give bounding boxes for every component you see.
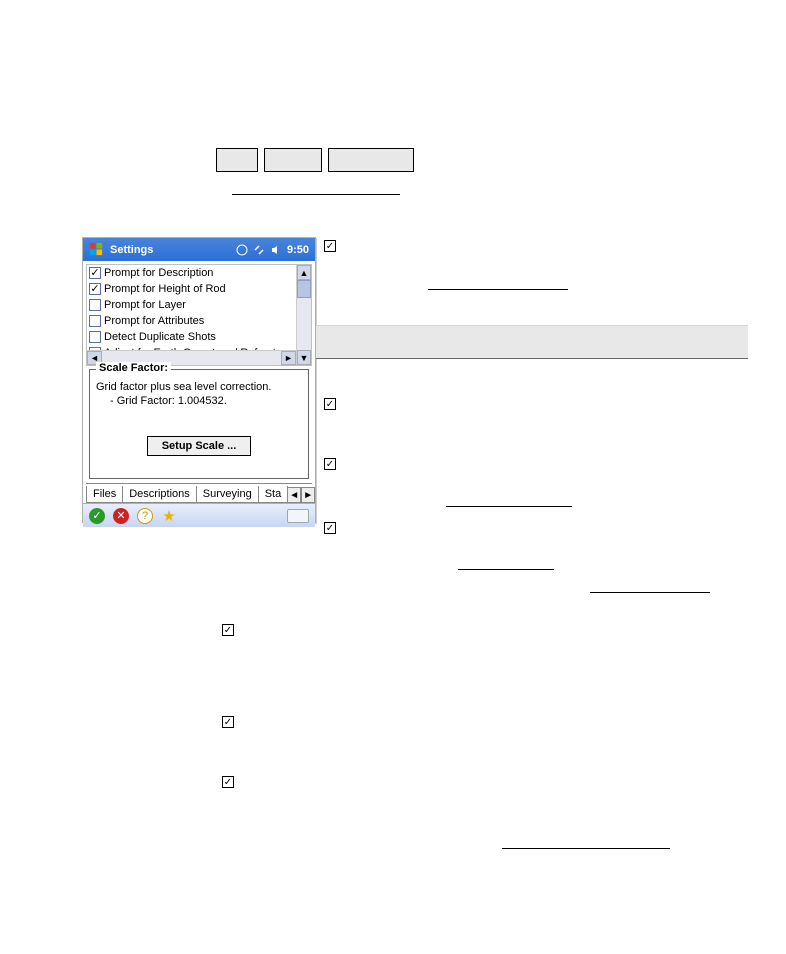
window-title: Settings <box>110 244 236 256</box>
clock-text: 9:50 <box>287 244 309 256</box>
doc-checkbox-2 <box>324 398 336 410</box>
list-item[interactable]: Prompt for Description <box>87 265 296 281</box>
tab-scroll-right-icon[interactable]: ► <box>301 487 315 503</box>
top-button-2[interactable] <box>264 148 322 172</box>
checkbox-icon[interactable] <box>89 267 101 279</box>
underline-d <box>502 848 670 849</box>
cancel-icon[interactable]: ✕ <box>113 508 129 524</box>
doc-checkbox-4 <box>324 522 336 534</box>
keyboard-icon[interactable] <box>287 509 309 523</box>
titlebar: Settings 9:50 <box>83 238 315 261</box>
favorite-icon[interactable]: ★ <box>161 508 177 524</box>
checkbox-icon[interactable] <box>89 331 101 343</box>
tab-strip: Files Descriptions Surveying Sta ◄ ► <box>86 483 312 503</box>
underline-c <box>590 592 710 593</box>
sync-icon <box>236 244 248 256</box>
doc-checkbox-7 <box>222 776 234 788</box>
tab-descriptions[interactable]: Descriptions <box>122 486 197 503</box>
bottom-bar: ✓ ✕ ? ★ <box>83 503 315 527</box>
ok-icon[interactable]: ✓ <box>89 508 105 524</box>
page: Settings 9:50 Prompt for Description Pro… <box>0 0 786 954</box>
underline-top <box>232 194 400 195</box>
tab-files[interactable]: Files <box>86 486 123 503</box>
checkbox-icon[interactable] <box>89 283 101 295</box>
list-item-label: Prompt for Height of Rod <box>104 283 226 295</box>
help-icon[interactable]: ? <box>137 508 153 524</box>
list-item[interactable]: Prompt for Layer <box>87 297 296 313</box>
doc-checkbox-1 <box>324 240 336 252</box>
doc-checkbox-5 <box>222 624 234 636</box>
scroll-up-icon[interactable]: ▲ <box>297 265 311 280</box>
list-item-label: Prompt for Description <box>104 267 213 279</box>
tab-scroll-left-icon[interactable]: ◄ <box>287 487 301 503</box>
list-item[interactable]: Prompt for Attributes <box>87 313 296 329</box>
list-item[interactable]: Prompt for Height of Rod <box>87 281 296 297</box>
doc-checkbox-6 <box>222 716 234 728</box>
scroll-track[interactable] <box>297 298 311 350</box>
tab-surveying[interactable]: Surveying <box>196 486 259 503</box>
top-button-row <box>216 148 414 172</box>
scroll-right-icon[interactable]: ► <box>281 351 296 365</box>
setup-scale-wrap: Setup Scale ... <box>96 436 302 456</box>
doc-checkbox-3 <box>324 458 336 470</box>
setup-scale-button[interactable]: Setup Scale ... <box>147 436 252 456</box>
groupbox-legend: Scale Factor: <box>96 362 171 374</box>
windows-flag-icon <box>89 242 104 257</box>
grey-band <box>316 325 748 359</box>
connectivity-icon <box>253 244 265 256</box>
scale-factor-group: Scale Factor: Grid factor plus sea level… <box>89 369 309 479</box>
scroll-down-icon[interactable]: ▼ <box>297 350 311 365</box>
top-button-3[interactable] <box>328 148 414 172</box>
tab-stake[interactable]: Sta <box>258 486 289 503</box>
settings-window: Settings 9:50 Prompt for Description Pro… <box>82 237 316 523</box>
tab-overflow: ◄ ► <box>287 487 315 503</box>
checkbox-icon[interactable] <box>89 299 101 311</box>
underline-a <box>446 506 572 507</box>
scroll-thumb[interactable] <box>297 280 311 298</box>
underline-b <box>458 569 554 570</box>
grid-factor-value: - Grid Factor: 1.004532. <box>96 394 302 408</box>
volume-icon <box>270 244 282 256</box>
list-item-label: Prompt for Layer <box>104 299 186 311</box>
system-tray: 9:50 <box>236 244 309 256</box>
list-item[interactable]: Detect Duplicate Shots <box>87 329 296 345</box>
underline-r1 <box>428 289 568 290</box>
top-button-1[interactable] <box>216 148 258 172</box>
checkbox-icon[interactable] <box>89 315 101 327</box>
options-list-body: Prompt for Description Prompt for Height… <box>87 265 296 365</box>
options-list: Prompt for Description Prompt for Height… <box>86 264 312 366</box>
scale-factor-text: Grid factor plus sea level correction. <box>96 380 302 394</box>
vertical-scrollbar[interactable]: ▲ ▼ <box>296 265 311 365</box>
list-item-label: Detect Duplicate Shots <box>104 331 216 343</box>
list-item-label: Prompt for Attributes <box>104 315 204 327</box>
